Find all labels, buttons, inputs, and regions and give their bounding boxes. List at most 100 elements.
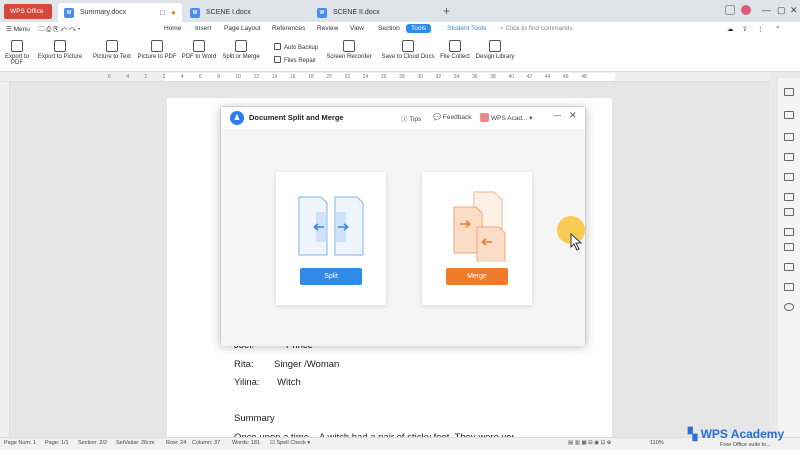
dialog-header: ♟ Document Split and Merge ⓘ Tips 💬 Feed… bbox=[221, 107, 585, 129]
picture-pdf-icon bbox=[151, 40, 163, 52]
status-page-num[interactable]: Page Num: 1 bbox=[4, 440, 36, 446]
menu-view[interactable]: View bbox=[350, 25, 364, 32]
menu-student-tools[interactable]: Student Tools bbox=[447, 25, 486, 32]
new-tab-button[interactable]: + bbox=[443, 4, 450, 18]
save-to-cloud-docs-button[interactable]: Save to Cloud Docs bbox=[380, 40, 436, 60]
menu-insert[interactable]: Insert bbox=[195, 25, 211, 32]
list-icon[interactable] bbox=[784, 283, 794, 291]
tips-button[interactable]: ⓘ Tips bbox=[401, 113, 421, 123]
dialog-close-icon[interactable]: ✕ bbox=[569, 110, 577, 121]
menu-bar: ☰ Menu 🗀 ⎙ ⎘ ↶ ↷ ▾ Home Insert Page Layo… bbox=[0, 22, 800, 38]
pdf-to-word-button[interactable]: PDF to Word bbox=[180, 40, 218, 60]
split-merge-logo-icon: ♟ bbox=[230, 111, 244, 125]
tab-scene-i[interactable]: W SCENE I.docx bbox=[184, 3, 308, 22]
library-icon bbox=[489, 40, 501, 52]
menu-references[interactable]: References bbox=[272, 25, 305, 32]
cast-name: Yilina: bbox=[234, 377, 260, 388]
merge-button[interactable]: Merge bbox=[446, 268, 508, 285]
merge-card[interactable]: Merge bbox=[422, 172, 532, 305]
ruler-number: 6 bbox=[108, 74, 111, 80]
close-icon[interactable]: ✕ bbox=[790, 5, 798, 16]
picture-text-icon bbox=[106, 40, 118, 52]
design-library-button[interactable]: Design Library bbox=[474, 40, 516, 60]
split-button[interactable]: Split bbox=[300, 268, 362, 285]
spell-check-button[interactable]: ☑ Spell Check ▾ bbox=[270, 440, 310, 446]
layout-icon[interactable] bbox=[725, 5, 735, 15]
summary-heading: Summary bbox=[234, 413, 275, 424]
ribbon-toolbar: Export to PDF Export to Picture Picture … bbox=[0, 38, 800, 72]
account-dropdown[interactable]: WPS Acad... ▾ bbox=[480, 113, 533, 122]
settings-icon[interactable] bbox=[784, 228, 794, 236]
export-to-picture-button[interactable]: Export to Picture bbox=[36, 40, 84, 60]
ruler-number: 30 bbox=[417, 74, 423, 80]
menu-home[interactable]: Home bbox=[164, 25, 181, 32]
view-mode-icons[interactable]: ▤ ▥ ▦ ⊟ ◉ ⊡ ⊕ bbox=[568, 440, 611, 446]
picture-to-text-button[interactable]: Picture to Text bbox=[90, 40, 134, 60]
status-setvalue[interactable]: SetValue: 26cm bbox=[116, 440, 154, 446]
translate-icon[interactable] bbox=[784, 208, 794, 216]
dialog-body: Split Merge bbox=[221, 129, 585, 346]
minimize-icon[interactable]: — bbox=[762, 5, 771, 15]
ruler-number: 48 bbox=[581, 74, 587, 80]
split-or-merge-button[interactable]: Split or Merge bbox=[220, 40, 262, 60]
ruler-number: 40 bbox=[508, 74, 514, 80]
style-pane-icon[interactable] bbox=[784, 88, 794, 96]
ruler-number: 18 bbox=[308, 74, 314, 80]
wps-academy-watermark: ▚ WPS Academy bbox=[688, 427, 785, 441]
status-row: Row: 24 bbox=[166, 440, 187, 446]
ruler-number: 44 bbox=[544, 74, 551, 80]
vertical-ruler[interactable] bbox=[0, 82, 10, 437]
menu-review[interactable]: Review bbox=[317, 25, 338, 32]
ruler-number: 26 bbox=[381, 74, 387, 80]
collect-icon bbox=[449, 40, 461, 52]
select-icon[interactable] bbox=[784, 111, 794, 119]
status-bar: Page Num: 1 Page: 1/1 Section: 2/2 SetVa… bbox=[0, 437, 800, 450]
auto-backup-button[interactable]: Auto Backup bbox=[274, 43, 318, 51]
code-icon[interactable] bbox=[784, 193, 794, 201]
help-icon[interactable] bbox=[784, 303, 794, 311]
screen-recorder-button[interactable]: Screen Recorder bbox=[326, 40, 372, 60]
maximize-icon[interactable]: ▢ bbox=[777, 5, 786, 16]
format-icon[interactable] bbox=[784, 153, 794, 161]
file-collect-button[interactable]: File Collect bbox=[438, 40, 472, 60]
collapse-ribbon-icon[interactable]: ⌃ bbox=[775, 25, 780, 33]
account-logo-icon bbox=[480, 113, 489, 122]
shapes-icon[interactable] bbox=[784, 133, 794, 141]
find-commands-text: Click to find commands bbox=[505, 25, 573, 32]
files-repair-button[interactable]: Files Repair bbox=[274, 56, 316, 64]
quick-access-icons[interactable]: 🗀 ⎙ ⎘ ↶ ↷ ▾ bbox=[38, 25, 80, 36]
status-page[interactable]: Page: 1/1 bbox=[45, 440, 69, 446]
picture-to-pdf-button[interactable]: Picture to PDF bbox=[136, 40, 178, 60]
tab-scene-i-label: SCENE I.docx bbox=[206, 9, 251, 16]
find-commands-search[interactable]: ⌕ Click to find commands bbox=[500, 25, 573, 33]
layout-pane-icon[interactable] bbox=[784, 173, 794, 181]
export-to-pdf-button[interactable]: Export to PDF bbox=[2, 40, 32, 66]
cloud-icon[interactable]: ☁ bbox=[727, 25, 734, 33]
tab-summary[interactable]: W Summary.docx □ ● bbox=[58, 3, 182, 22]
hamburger-menu-button[interactable]: ☰ Menu bbox=[6, 25, 30, 33]
menu-section[interactable]: Section bbox=[378, 25, 400, 32]
more-icon[interactable]: ⋮ bbox=[757, 25, 764, 33]
ruler-number: 16 bbox=[290, 74, 296, 80]
tab-scene-ii[interactable]: W SCENE II.docx bbox=[311, 3, 435, 22]
split-card[interactable]: Split bbox=[276, 172, 386, 305]
wps-office-tab[interactable]: WPS Office bbox=[4, 4, 52, 19]
avatar[interactable] bbox=[741, 5, 751, 15]
tab-scene-ii-label: SCENE II.docx bbox=[333, 9, 380, 16]
cast-role: Witch bbox=[277, 377, 301, 388]
menu-page-layout[interactable]: Page Layout bbox=[224, 25, 261, 32]
dialog-minimize-icon[interactable]: — bbox=[553, 111, 561, 120]
ruler-number: 10 bbox=[235, 74, 241, 80]
monitor-icon[interactable]: □ bbox=[160, 3, 165, 22]
word-doc-icon: W bbox=[190, 8, 200, 18]
doc-line-rita: Rita: Singer /Woman bbox=[234, 359, 339, 370]
status-section[interactable]: Section: 2/2 bbox=[78, 440, 107, 446]
feedback-button[interactable]: 💬 Feedback bbox=[433, 113, 471, 121]
zoom-level[interactable]: 110% bbox=[650, 440, 664, 446]
menu-tools[interactable]: Tools bbox=[406, 24, 432, 33]
share-icon[interactable]: ⇪ bbox=[742, 25, 747, 33]
status-words[interactable]: Words: 181 bbox=[232, 440, 260, 446]
ruler-number: 28 bbox=[399, 74, 405, 80]
templates-icon[interactable] bbox=[784, 263, 794, 271]
share-doc-icon[interactable] bbox=[784, 243, 794, 251]
